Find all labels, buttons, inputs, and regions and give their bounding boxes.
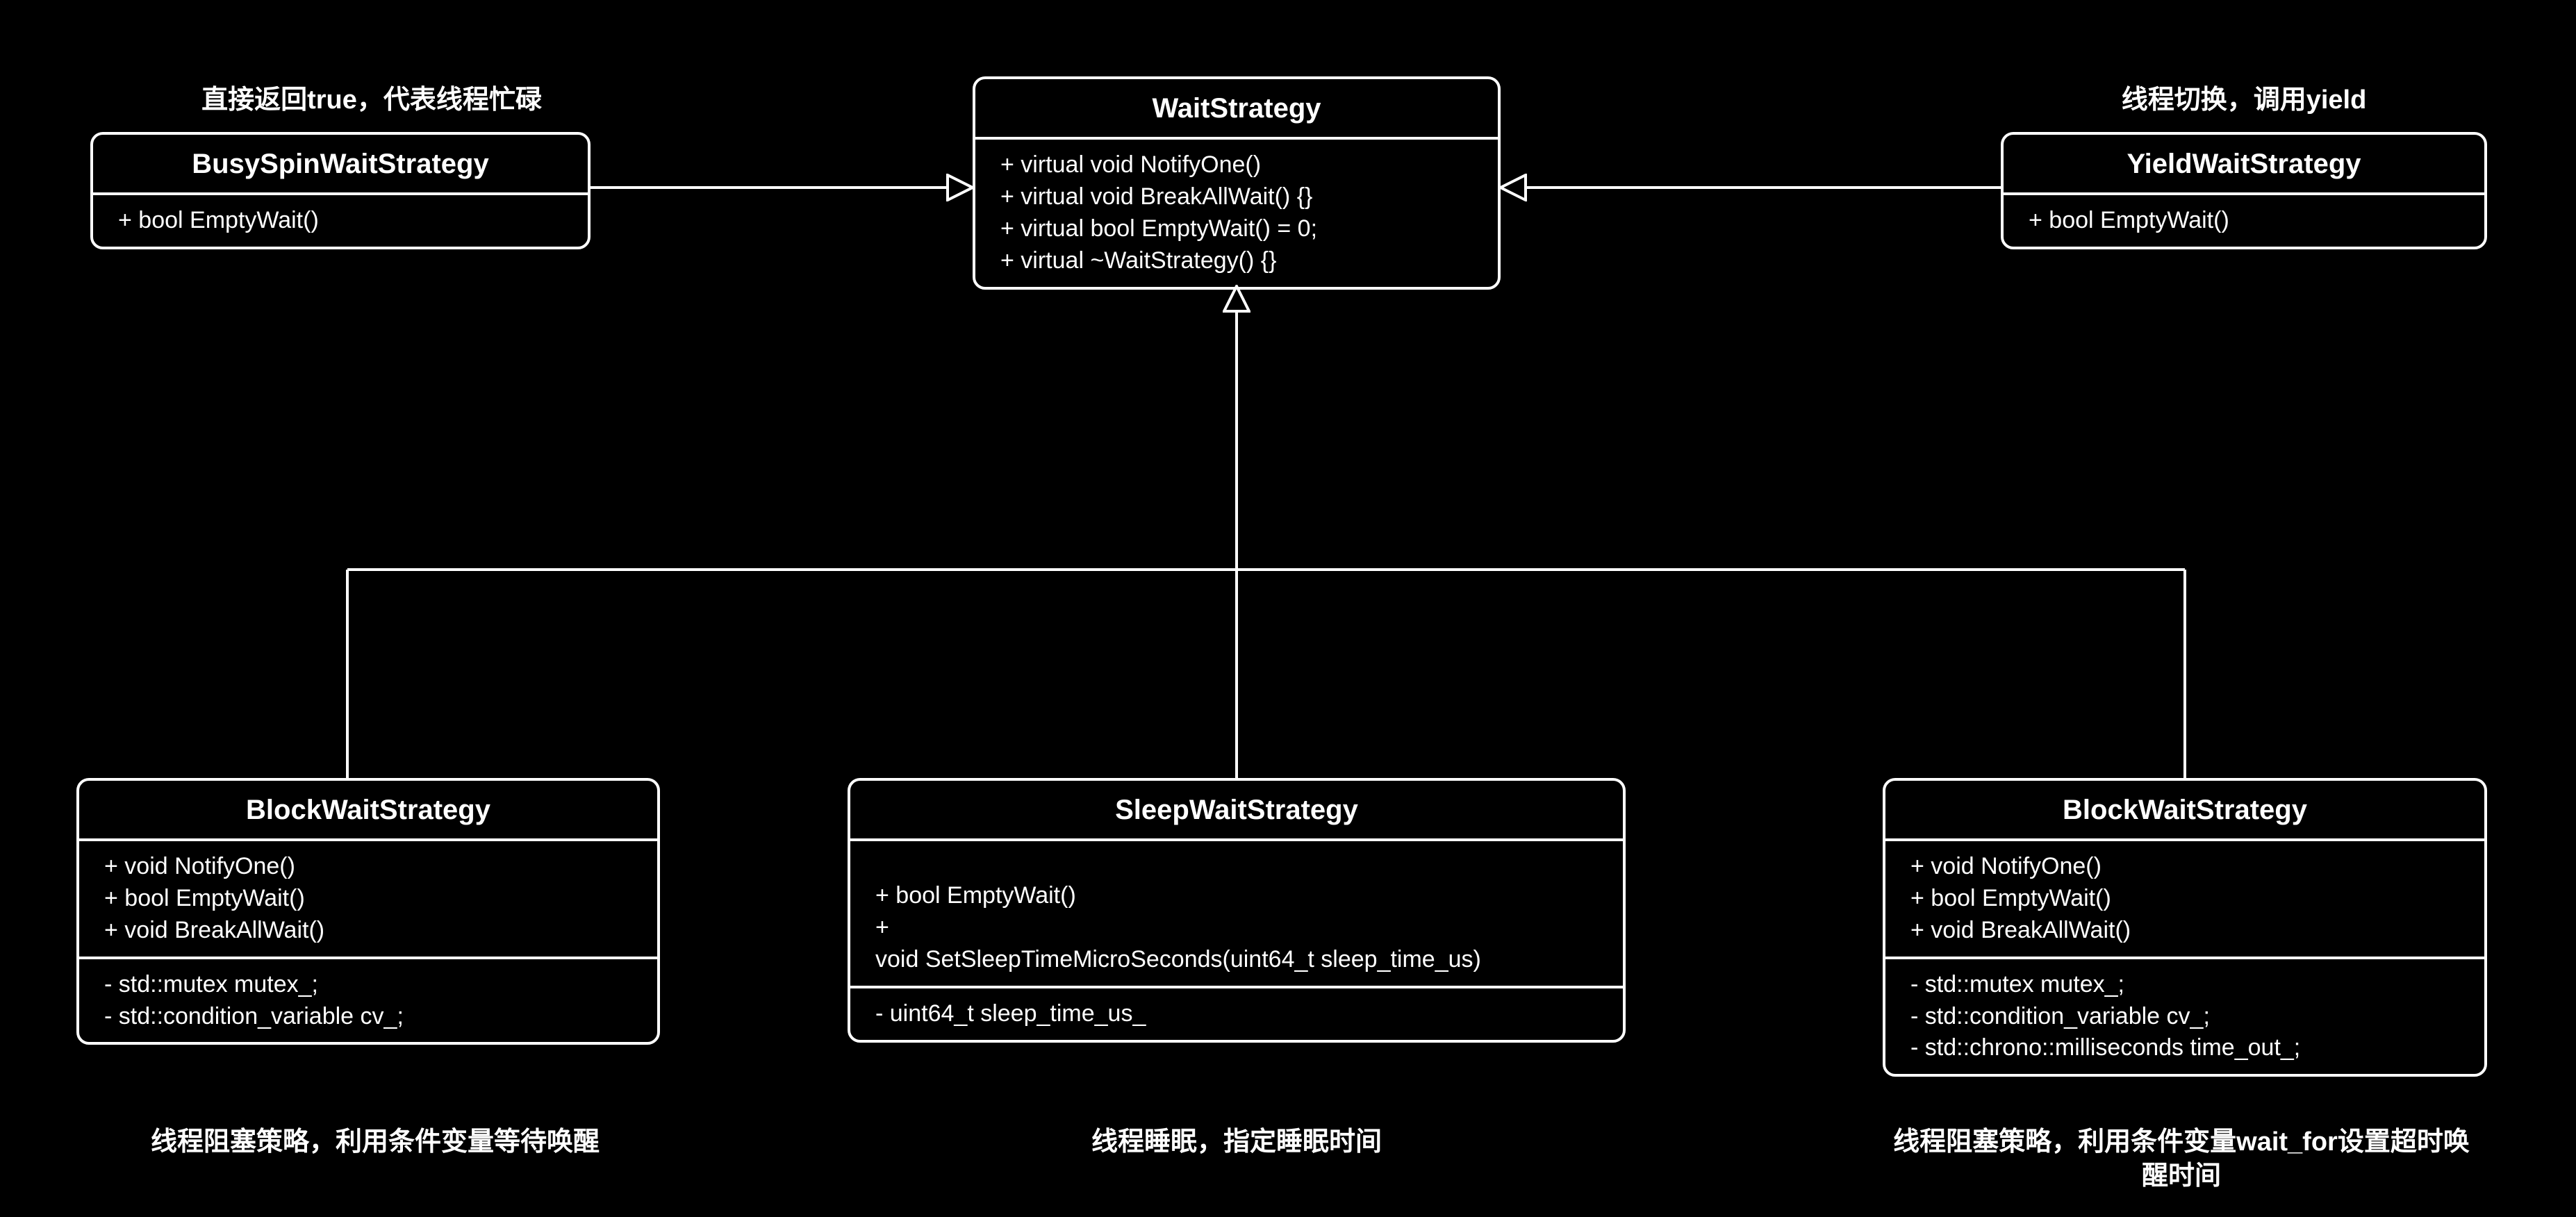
op: + void BreakAllWait() bbox=[104, 915, 632, 947]
attr: - std::mutex mutex_; bbox=[104, 969, 632, 1001]
note-busy-spin: 直接返回true，代表线程忙碌 bbox=[156, 83, 587, 117]
op: + bool EmptyWait() bbox=[875, 880, 1598, 912]
attr: - std::chrono::milliseconds time_out_; bbox=[1910, 1032, 2459, 1064]
class-attrs: - std::mutex mutex_; - std::condition_va… bbox=[79, 959, 657, 1043]
class-title: BlockWaitStrategy bbox=[79, 781, 657, 841]
attr: - uint64_t sleep_time_us_ bbox=[875, 998, 1598, 1030]
note-text: 线程阻塞策略，利用条件变量wait_for设置超时唤醒时间 bbox=[1893, 1127, 2470, 1191]
class-ops: + bool EmptyWait() bbox=[93, 195, 588, 247]
note-text: 线程睡眠，指定睡眠时间 bbox=[1091, 1127, 1382, 1157]
op: + bool EmptyWait() bbox=[118, 205, 563, 237]
op: + bbox=[875, 912, 1598, 944]
op: + bool EmptyWait() bbox=[104, 883, 632, 915]
note-yield: 线程切换，调用yield bbox=[2063, 83, 2425, 117]
note-block-left: 线程阻塞策略，利用条件变量等待唤醒 bbox=[90, 1125, 660, 1159]
class-attrs: - uint64_t sleep_time_us_ bbox=[850, 988, 1623, 1040]
attr: - std::condition_variable cv_; bbox=[104, 1001, 632, 1033]
class-title: BlockWaitStrategy bbox=[1885, 781, 2484, 841]
op: + void NotifyOne() bbox=[1910, 851, 2459, 883]
note-block-right: 线程阻塞策略，利用条件变量wait_for设置超时唤醒时间 bbox=[1883, 1125, 2480, 1194]
note-text: 直接返回true，代表线程忙碌 bbox=[201, 85, 542, 115]
op: + virtual bool EmptyWait() = 0; bbox=[1000, 213, 1473, 245]
op: + bool EmptyWait() bbox=[2029, 205, 2459, 237]
op: void SetSleepTimeMicroSeconds(uint64_t s… bbox=[875, 944, 1598, 976]
op: + virtual void BreakAllWait() {} bbox=[1000, 181, 1473, 213]
note-sleep: 线程睡眠，指定睡眠时间 bbox=[1021, 1125, 1452, 1159]
op: + void NotifyOne() bbox=[104, 851, 632, 883]
class-block-right: BlockWaitStrategy + void NotifyOne() + b… bbox=[1883, 778, 2487, 1077]
class-ops: + void NotifyOne() + bool EmptyWait() + … bbox=[79, 841, 657, 959]
note-text: 线程阻塞策略，利用条件变量等待唤醒 bbox=[151, 1127, 600, 1157]
class-wait-strategy: WaitStrategy + virtual void NotifyOne() … bbox=[973, 76, 1501, 290]
note-text: 线程切换，调用yield bbox=[2122, 85, 2367, 115]
attr: - std::mutex mutex_; bbox=[1910, 969, 2459, 1001]
class-ops: + bool EmptyWait() + void SetSleepTimeMi… bbox=[850, 841, 1623, 988]
class-yield: YieldWaitStrategy + bool EmptyWait() bbox=[2001, 132, 2487, 249]
class-busy-spin: BusySpinWaitStrategy + bool EmptyWait() bbox=[90, 132, 591, 249]
class-ops: + virtual void NotifyOne() + virtual voi… bbox=[975, 140, 1498, 287]
class-sleep: SleepWaitStrategy + bool EmptyWait() + v… bbox=[848, 778, 1626, 1043]
op: + virtual void NotifyOne() bbox=[1000, 149, 1473, 181]
op: + virtual ~WaitStrategy() {} bbox=[1000, 245, 1473, 277]
class-block-left: BlockWaitStrategy + void NotifyOne() + b… bbox=[76, 778, 660, 1045]
class-title: WaitStrategy bbox=[975, 79, 1498, 140]
class-ops: + bool EmptyWait() bbox=[2004, 195, 2484, 247]
op: + bool EmptyWait() bbox=[1910, 883, 2459, 915]
class-title: SleepWaitStrategy bbox=[850, 781, 1623, 841]
attr: - std::condition_variable cv_; bbox=[1910, 1001, 2459, 1033]
class-attrs: - std::mutex mutex_; - std::condition_va… bbox=[1885, 959, 2484, 1075]
class-title: BusySpinWaitStrategy bbox=[93, 135, 588, 195]
class-title: YieldWaitStrategy bbox=[2004, 135, 2484, 195]
class-ops: + void NotifyOne() + bool EmptyWait() + … bbox=[1885, 841, 2484, 959]
op: + void BreakAllWait() bbox=[1910, 915, 2459, 947]
